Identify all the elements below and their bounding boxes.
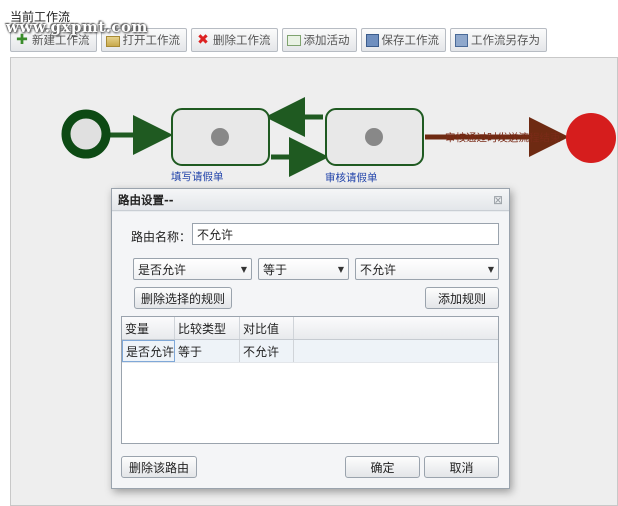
value-select-value: 不允许 bbox=[360, 262, 397, 277]
table-cell-compare-type[interactable]: 等于 bbox=[175, 340, 240, 362]
dialog-body: 路由名称： 是否允许 ▼ 等于 ▼ 不允许 ▼ 删除选择的规则 添加规则 变量 … bbox=[112, 212, 509, 488]
save-workflow-as-label: 工作流另存为 bbox=[471, 33, 540, 47]
activity-review-label: 审核请假单 bbox=[325, 172, 378, 184]
delete-route-button[interactable]: 删除该路由 bbox=[121, 456, 197, 478]
chevron-down-icon: ▼ bbox=[337, 264, 344, 274]
activity-fill-label: 填写请假单 bbox=[171, 171, 224, 183]
delete-workflow-label: 删除工作流 bbox=[213, 33, 271, 47]
end-node[interactable] bbox=[566, 113, 616, 163]
delete-icon: ✖ bbox=[197, 32, 209, 48]
delete-selected-rule-button[interactable]: 删除选择的规则 bbox=[134, 287, 232, 309]
add-activity-button[interactable]: 添加活动 bbox=[281, 28, 357, 52]
route-label[interactable]: 审核通过时发送流程结束 bbox=[445, 130, 561, 145]
save-icon bbox=[365, 33, 379, 47]
operator-select[interactable]: 等于 ▼ bbox=[258, 258, 349, 280]
add-rule-button[interactable]: 添加规则 bbox=[425, 287, 499, 309]
operator-select-value: 等于 bbox=[263, 262, 288, 277]
value-select[interactable]: 不允许 ▼ bbox=[355, 258, 499, 280]
add-activity-icon bbox=[286, 34, 301, 46]
save-as-icon bbox=[455, 33, 468, 47]
start-node[interactable] bbox=[61, 109, 111, 159]
table-cell-compare-value[interactable]: 不允许 bbox=[240, 340, 294, 362]
watermark: www.gxpmt.com bbox=[6, 18, 148, 36]
activity-dot-icon bbox=[365, 128, 383, 146]
table-header: 变量 比较类型 对比值 bbox=[122, 317, 498, 340]
ok-button[interactable]: 确定 bbox=[345, 456, 420, 478]
save-workflow-label: 保存工作流 bbox=[381, 33, 440, 47]
route-settings-dialog: 路由设置-- ⊠ 路由名称： 是否允许 ▼ 等于 ▼ 不允许 ▼ 删除选择的规则… bbox=[111, 188, 510, 489]
table-cell-variable[interactable]: 是否允许 bbox=[122, 340, 175, 362]
rules-table: 变量 比较类型 对比值 是否允许 等于 不允许 bbox=[121, 316, 499, 444]
route-name-label: 路由名称： bbox=[131, 230, 192, 244]
variable-select-value: 是否允许 bbox=[138, 262, 187, 277]
cancel-button[interactable]: 取消 bbox=[424, 456, 499, 478]
variable-select[interactable]: 是否允许 ▼ bbox=[133, 258, 252, 280]
add-activity-label: 添加活动 bbox=[303, 33, 350, 47]
dialog-title: 路由设置-- bbox=[118, 192, 174, 207]
save-workflow-as-button[interactable]: 工作流另存为 bbox=[450, 28, 547, 52]
chevron-down-icon: ▼ bbox=[240, 264, 247, 274]
column-header-compare-value[interactable]: 对比值 bbox=[240, 317, 294, 339]
open-folder-icon bbox=[105, 35, 120, 47]
close-icon[interactable]: ⊠ bbox=[493, 193, 503, 207]
column-header-variable[interactable]: 变量 bbox=[122, 317, 175, 339]
save-workflow-button[interactable]: 保存工作流 bbox=[360, 28, 446, 52]
delete-workflow-button[interactable]: ✖ 删除工作流 bbox=[191, 28, 278, 52]
activity-dot-icon bbox=[211, 128, 229, 146]
column-header-compare-type[interactable]: 比较类型 bbox=[175, 317, 240, 339]
route-name-input[interactable] bbox=[192, 223, 499, 245]
chevron-down-icon: ▼ bbox=[487, 264, 494, 274]
dialog-header: 路由设置-- ⊠ bbox=[112, 189, 509, 211]
table-row[interactable]: 是否允许 等于 不允许 bbox=[122, 340, 498, 363]
